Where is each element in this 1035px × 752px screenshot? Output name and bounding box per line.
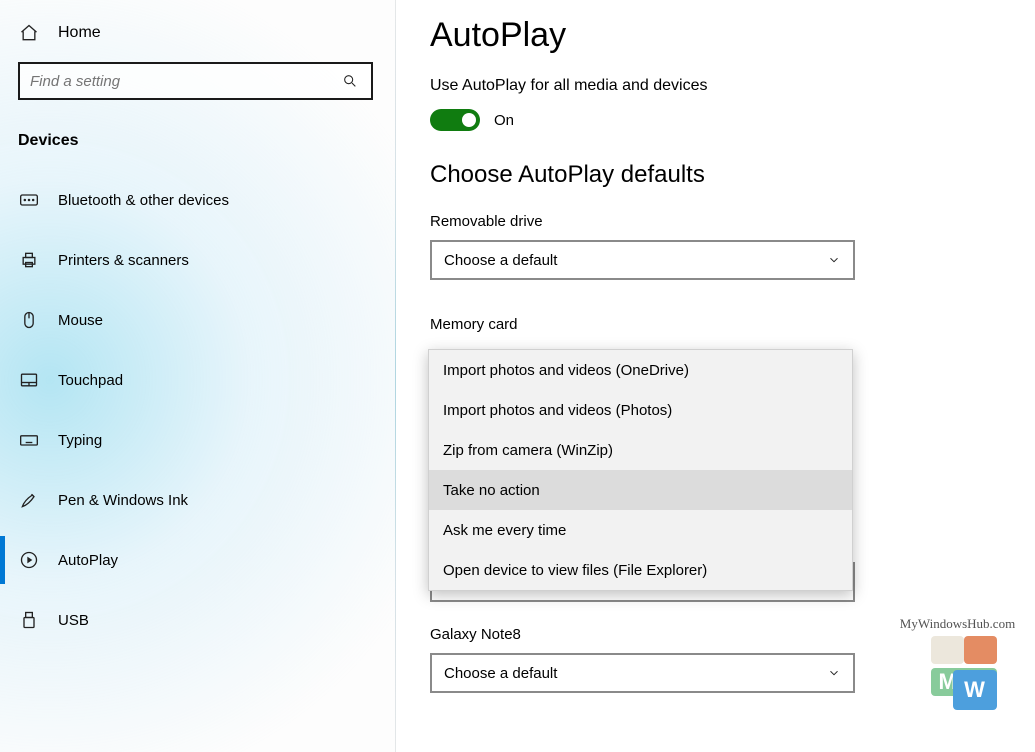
settings-sidebar: Home Devices Bluetooth & other devices P… xyxy=(0,0,396,752)
sidebar-item-label: Printers & scanners xyxy=(58,252,189,269)
sidebar-item-label: Mouse xyxy=(58,312,103,329)
chevron-down-icon xyxy=(827,253,841,267)
usb-icon xyxy=(18,609,40,631)
sidebar-item-label: Bluetooth & other devices xyxy=(58,192,229,209)
sidebar-item-label: Touchpad xyxy=(58,372,123,389)
toggle-state-label: On xyxy=(494,112,514,129)
sidebar-nav: Bluetooth & other devices Printers & sca… xyxy=(0,170,395,650)
option-import-photos[interactable]: Import photos and videos (Photos) xyxy=(429,390,852,430)
watermark-text: MyWindowsHub.com xyxy=(890,616,1025,632)
sidebar-item-typing[interactable]: Typing xyxy=(0,410,395,470)
field-memory-card: Memory card xyxy=(430,316,1001,340)
defaults-heading: Choose AutoPlay defaults xyxy=(430,161,1001,189)
page-title: AutoPlay xyxy=(430,16,1001,55)
option-open-file-explorer[interactable]: Open device to view files (File Explorer… xyxy=(429,550,852,590)
sidebar-item-printers[interactable]: Printers & scanners xyxy=(0,230,395,290)
chevron-down-icon xyxy=(827,666,841,680)
autoplay-options-popup: Import photos and videos (OneDrive) Impo… xyxy=(428,349,853,591)
option-ask-every-time[interactable]: Ask me every time xyxy=(429,510,852,550)
printer-icon xyxy=(18,249,40,271)
sidebar-item-label: USB xyxy=(58,612,89,629)
sidebar-home[interactable]: Home xyxy=(0,14,395,62)
search-box[interactable] xyxy=(18,62,373,100)
search-input[interactable] xyxy=(30,73,339,90)
sidebar-section-title: Devices xyxy=(0,110,395,160)
sidebar-item-bluetooth[interactable]: Bluetooth & other devices xyxy=(0,170,395,230)
field-label: Removable drive xyxy=(430,213,1001,230)
removable-drive-dropdown[interactable]: Choose a default xyxy=(430,240,855,280)
sidebar-item-mouse[interactable]: Mouse xyxy=(0,290,395,350)
field-label: Memory card xyxy=(430,316,1001,333)
field-removable-drive: Removable drive Choose a default xyxy=(430,213,1001,280)
touchpad-icon xyxy=(18,369,40,391)
sidebar-home-label: Home xyxy=(58,24,101,42)
watermark: MyWindowsHub.com M W xyxy=(890,616,1025,696)
sidebar-item-pen[interactable]: Pen & Windows Ink xyxy=(0,470,395,530)
sidebar-item-label: AutoPlay xyxy=(58,552,118,569)
sidebar-item-usb[interactable]: USB xyxy=(0,590,395,650)
sidebar-item-autoplay[interactable]: AutoPlay xyxy=(0,530,395,590)
watermark-logo: M W xyxy=(931,636,997,696)
sidebar-item-label: Typing xyxy=(58,432,102,449)
galaxy-note8-dropdown[interactable]: Choose a default xyxy=(430,653,855,693)
autoplay-icon xyxy=(18,549,40,571)
home-icon xyxy=(18,22,40,44)
autoplay-toggle[interactable] xyxy=(430,109,480,131)
toggle-heading: Use AutoPlay for all media and devices xyxy=(430,77,1001,95)
option-zip-winzip[interactable]: Zip from camera (WinZip) xyxy=(429,430,852,470)
option-import-onedrive[interactable]: Import photos and videos (OneDrive) xyxy=(429,350,852,390)
dropdown-value: Choose a default xyxy=(444,252,557,269)
sidebar-item-touchpad[interactable]: Touchpad xyxy=(0,350,395,410)
option-take-no-action[interactable]: Take no action xyxy=(429,470,852,510)
bluetooth-icon xyxy=(18,189,40,211)
search-icon xyxy=(339,70,361,92)
dropdown-value: Choose a default xyxy=(444,665,557,682)
mouse-icon xyxy=(18,309,40,331)
sidebar-item-label: Pen & Windows Ink xyxy=(58,492,188,509)
keyboard-icon xyxy=(18,429,40,451)
pen-icon xyxy=(18,489,40,511)
toggle-knob xyxy=(462,113,476,127)
